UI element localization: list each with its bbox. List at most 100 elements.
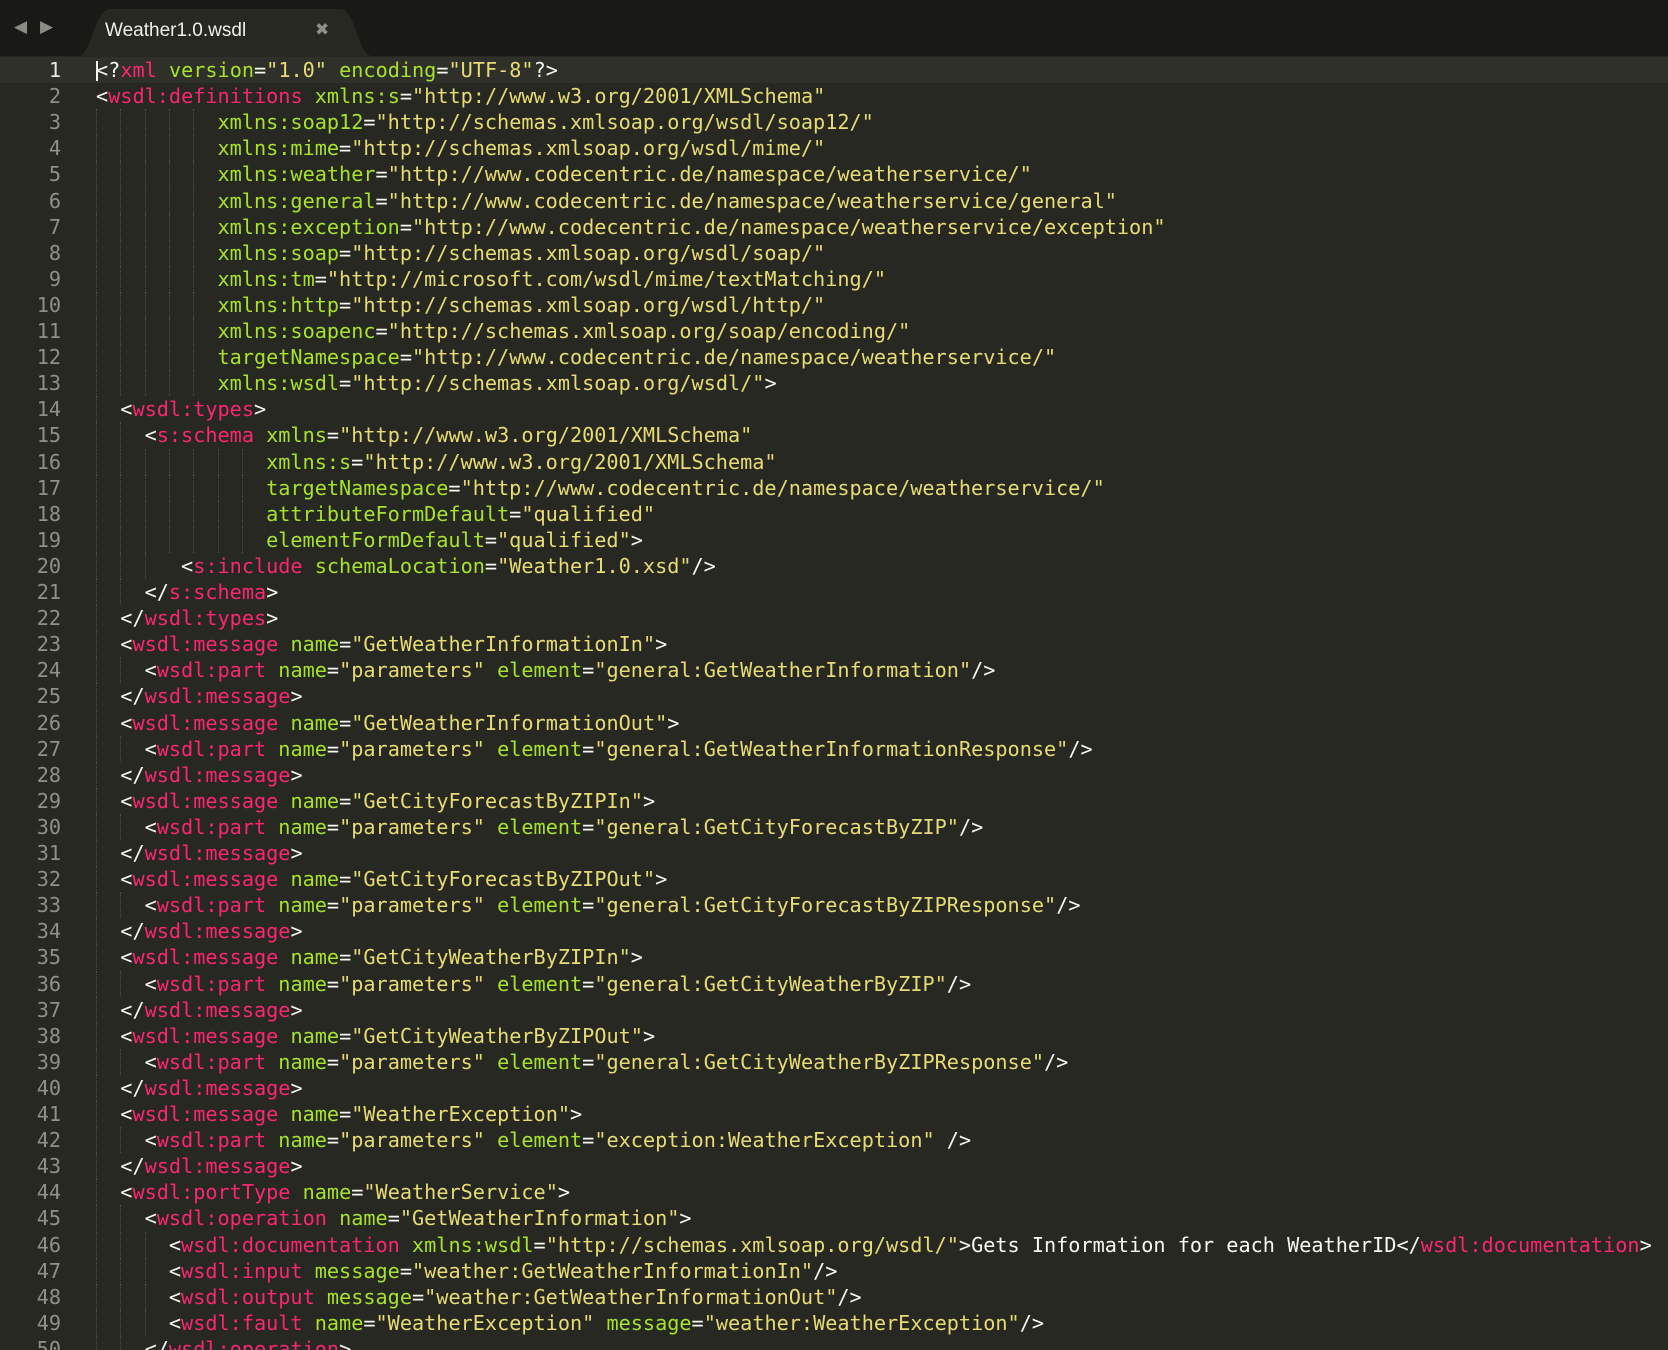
- code-line[interactable]: 26 <wsdl:message name="GetWeatherInformat…: [0, 709, 1668, 736]
- string-value: "general:GetCityWeatherByZIPResponse": [594, 1049, 1045, 1074]
- code-line[interactable]: 11 xmlns:soapenc="http://schemas.xmlsoap.…: [0, 318, 1668, 344]
- string-value: "http://www.codecentric.de/namespace/wea…: [387, 188, 1117, 213]
- code-line[interactable]: 40 </wsdl:message>: [0, 1074, 1668, 1101]
- punctuation: <: [168, 1284, 182, 1309]
- code-line[interactable]: 35 <wsdl:message name="GetCityWeatherByZI…: [0, 944, 1668, 971]
- punctuation: />: [813, 1258, 838, 1283]
- indent-guide: [96, 787, 97, 814]
- code-line[interactable]: 18 attributeFormDefault="qualified": [0, 500, 1668, 527]
- code-line[interactable]: 43 </wsdl:message>: [0, 1153, 1668, 1180]
- code-line[interactable]: 41 <wsdl:message name="WeatherException">: [0, 1101, 1668, 1127]
- punctuation: =: [533, 1232, 546, 1257]
- punctuation: >: [290, 762, 303, 787]
- code-line[interactable]: 34 </wsdl:message>: [0, 918, 1668, 945]
- code-line[interactable]: 48 <wsdl:output message="weather:GetWeath…: [0, 1283, 1668, 1310]
- code-line[interactable]: 10 xmlns:http="http://schemas.xmlsoap.org…: [0, 291, 1668, 318]
- code-line[interactable]: 5 xmlns:weather="http://www.codecentric.d…: [0, 161, 1668, 188]
- code-line[interactable]: 12 targetNamespace="http://www.codecentri…: [0, 344, 1668, 371]
- indent-guide: [96, 840, 97, 866]
- code-line[interactable]: 25 </wsdl:message>: [0, 683, 1668, 710]
- indent-guide: [241, 500, 243, 527]
- line-number: 41: [36, 1102, 61, 1126]
- punctuation: >: [764, 371, 777, 396]
- code-line[interactable]: 19 elementFormDefault="qualified">: [0, 526, 1668, 553]
- code-line[interactable]: 7 xmlns:exception="http://www.codecentric…: [0, 213, 1668, 240]
- punctuation: >: [290, 1154, 303, 1179]
- indent-guide: [96, 344, 97, 371]
- string-value: "Weather1.0.xsd": [497, 553, 692, 578]
- punctuation: [278, 1102, 290, 1126]
- indent-guide: [120, 1257, 122, 1284]
- code-line[interactable]: 36 <wsdl:part name="parameters" element="…: [0, 970, 1668, 997]
- attribute-name: name: [278, 736, 327, 761]
- code-line[interactable]: 17 targetNamespace="http://www.codecentri…: [0, 474, 1668, 501]
- code-line[interactable]: 44 <wsdl:portType name="WeatherService">: [0, 1179, 1668, 1206]
- triangle-left-icon[interactable]: ◀: [14, 17, 27, 37]
- code-line[interactable]: 6 xmlns:general="http://www.codecentric.d…: [0, 187, 1668, 214]
- code-line[interactable]: 50 </wsdl:operation>: [0, 1335, 1668, 1350]
- code-line[interactable]: 27 <wsdl:part name="parameters" element="…: [0, 735, 1668, 762]
- punctuation: >: [679, 1206, 692, 1231]
- code-line[interactable]: 13 xmlns:wsdl="http://schemas.xmlsoap.org…: [0, 370, 1668, 397]
- code-line[interactable]: 32 <wsdl:message name="GetCityForecastByZ…: [0, 866, 1668, 893]
- code-line[interactable]: 23 <wsdl:message name="GetWeatherInformat…: [0, 631, 1668, 658]
- code-line[interactable]: 22 </wsdl:types>: [0, 605, 1668, 632]
- triangle-right-icon[interactable]: ▶: [40, 17, 53, 37]
- indent-guide: [241, 448, 243, 475]
- code-line[interactable]: 21 </s:schema>: [0, 579, 1668, 605]
- code-line[interactable]: 33 <wsdl:part name="parameters" element="…: [0, 892, 1668, 919]
- code-editor[interactable]: 1 <?xml version="1.0" encoding="UTF-8"?> 2…: [0, 57, 1668, 1350]
- code-line[interactable]: 2 <wsdl:definitions xmlns:s="http://www.w…: [0, 83, 1668, 109]
- code-line[interactable]: 9 xmlns:tm="http://microsoft.com/wsdl/mim…: [0, 265, 1668, 292]
- string-value: "http://www.w3.org/2001/XMLSchema": [412, 84, 826, 109]
- code-line[interactable]: 14 <wsdl:types>: [0, 396, 1668, 423]
- string-value: "WeatherService": [363, 1180, 558, 1205]
- tag-name: s:schema: [156, 423, 254, 448]
- attribute-name: xmlns:s: [314, 84, 400, 109]
- line-number: 26: [36, 710, 61, 735]
- line-number: 35: [36, 945, 61, 970]
- tab-weather-wsdl[interactable]: Weather1.0.wsdl ✖: [78, 9, 372, 56]
- code-line[interactable]: 30 <wsdl:part name="parameters" element="…: [0, 813, 1668, 840]
- string-value: "WeatherException": [351, 1102, 571, 1126]
- indent-guide: [96, 474, 97, 501]
- indent-guide: [96, 683, 97, 710]
- code-line[interactable]: 29 <wsdl:message name="GetCityForecastByZ…: [0, 787, 1668, 814]
- indent-guide: [168, 109, 170, 136]
- code-line[interactable]: 39 <wsdl:part name="parameters" element="…: [0, 1048, 1668, 1075]
- code-line[interactable]: 20 <s:include schemaLocation="Weather1.0.…: [0, 552, 1668, 579]
- punctuation: =: [326, 1128, 340, 1153]
- line-number: 16: [36, 449, 61, 474]
- code-line[interactable]: 28 </wsdl:message>: [0, 761, 1668, 788]
- code-line[interactable]: 1 <?xml version="1.0" encoding="UTF-8"?>: [0, 57, 1668, 83]
- line-number: 49: [36, 1310, 61, 1335]
- code-line[interactable]: 46 <wsdl:documentation xmlns:wsdl="http:/…: [0, 1231, 1668, 1258]
- code-line[interactable]: 49 <wsdl:fault name="WeatherException" me…: [0, 1309, 1668, 1336]
- close-x-icon[interactable]: ✖: [315, 20, 329, 40]
- indent-guide: [96, 213, 97, 240]
- tag-name: wsdl:types: [144, 606, 267, 631]
- code-line[interactable]: 15 <s:schema xmlns="http://www.w3.org/200…: [0, 422, 1668, 449]
- code-line[interactable]: 38 <wsdl:message name="GetCityWeatherByZI…: [0, 1022, 1668, 1049]
- code-line[interactable]: 47 <wsdl:input message="weather:GetWeathe…: [0, 1257, 1668, 1284]
- line-code: xmlns:s="http://www.w3.org/2001/XMLSchem…: [266, 449, 776, 475]
- indent-guide: [120, 370, 122, 397]
- code-line[interactable]: 3 xmlns:soap12="http://schemas.xmlsoap.or…: [0, 109, 1668, 136]
- string-value: "http://www.codecentric.de/namespace/wea…: [411, 214, 1166, 239]
- code-line[interactable]: 42 <wsdl:part name="parameters" element="…: [0, 1127, 1668, 1154]
- code-line[interactable]: 31 </wsdl:message>: [0, 840, 1668, 866]
- string-value: "parameters": [339, 1128, 485, 1153]
- code-line[interactable]: 4 xmlns:mime="http://schemas.xmlsoap.org/…: [0, 135, 1668, 162]
- code-line[interactable]: 24 <wsdl:part name="parameters" element="…: [0, 657, 1668, 684]
- tag-name: wsdl:message: [144, 762, 291, 787]
- punctuation: [485, 1128, 497, 1152]
- code-line[interactable]: 16 xmlns:s="http://www.w3.org/2001/XMLSch…: [0, 448, 1668, 475]
- code-line[interactable]: 45 <wsdl:operation name="GetWeatherInform…: [0, 1205, 1668, 1232]
- attribute-name: xmlns:general: [217, 188, 376, 213]
- code-line[interactable]: 37 </wsdl:message>: [0, 996, 1668, 1023]
- indent-guide: [120, 526, 122, 553]
- indent-guide: [96, 526, 97, 553]
- line-code: <wsdl:message name="GetCityForecastByZIP…: [120, 866, 667, 892]
- attribute-name: name: [290, 788, 340, 813]
- code-line[interactable]: 8 xmlns:soap="http://schemas.xmlsoap.org/…: [0, 239, 1668, 266]
